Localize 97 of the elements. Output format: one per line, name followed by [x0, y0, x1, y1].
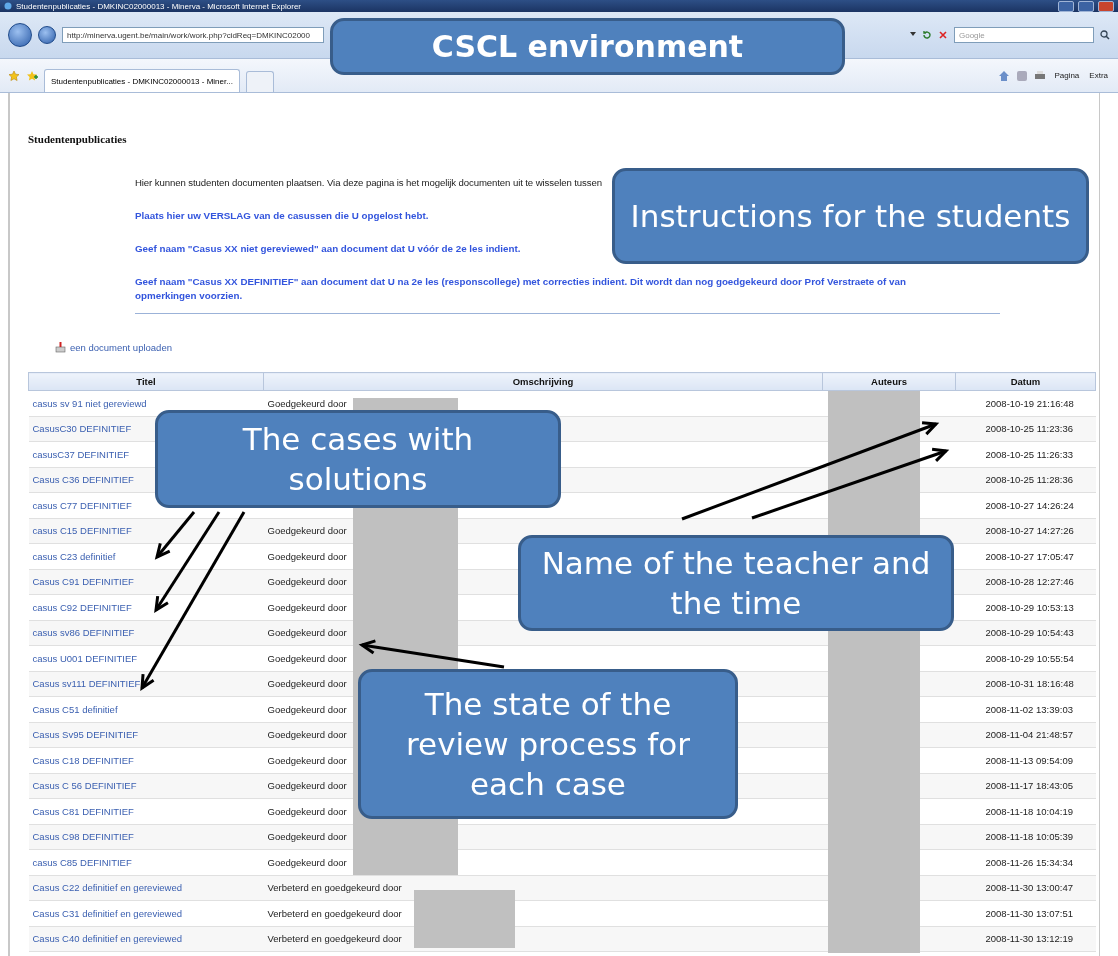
callout: CSCL environment [330, 18, 845, 75]
description-text: Verbeterd en goedgekeurd door [267, 933, 402, 945]
document-title-link[interactable]: casus C85 DEFINITIEF [32, 856, 132, 868]
date-text: 2008-10-29 10:53:13 [985, 601, 1074, 613]
refresh-icon[interactable] [922, 30, 932, 40]
intro-text: Hier kunnen studenten documenten plaatsen. Via deze pagina is het mogelijk documenten uit te wisselen tussen [135, 176, 603, 190]
forward-button[interactable] [38, 26, 56, 44]
document-title-link[interactable]: casusC37 DEFINITIEF [32, 448, 130, 460]
description-text: Goedgekeurd door [267, 550, 347, 562]
callout: Instructions for the students [612, 168, 1089, 264]
description-text: Goedgekeurd door [267, 856, 347, 868]
document-title-link[interactable]: Casus C31 definitief en gereviewed [32, 907, 182, 919]
date-text: 2008-10-25 11:28:36 [985, 474, 1073, 486]
document-title-link[interactable]: Casus C51 definitief [32, 703, 118, 715]
search-field[interactable]: Google [954, 27, 1094, 43]
document-title-link[interactable]: Casus C18 DEFINITIEF [32, 754, 134, 766]
date-text: 2008-11-17 18:43:05 [985, 780, 1073, 792]
instruction-text: Geef naam "Casus XX niet gereviewed" aan document dat U vóór de 2e les indient. [135, 242, 521, 256]
description-text: Goedgekeurd door [267, 525, 347, 537]
date-text: 2008-10-31 18:16:48 [985, 678, 1074, 690]
date-text: 2008-10-27 14:26:24 [985, 499, 1074, 511]
description-text: Goedgekeurd door [267, 754, 347, 766]
star-icon[interactable] [8, 69, 20, 82]
description-text: Goedgekeurd door [267, 652, 347, 664]
date-text: 2008-10-27 17:05:47 [985, 550, 1074, 562]
instruction-text: Plaats hier uw VERSLAG van de casussen die U opgelost hebt. [135, 209, 429, 223]
description-text: Goedgekeurd door [267, 729, 347, 741]
document-title-link[interactable]: casus C92 DEFINITIEF [32, 601, 132, 613]
document-title-link[interactable]: CasusC30 DEFINITIEF [32, 423, 132, 435]
date-text: 2008-10-27 14:27:26 [985, 525, 1074, 537]
document-title-link[interactable]: casus U001 DEFINITIEF [32, 652, 138, 664]
document-title-link[interactable]: Casus C22 definitief en gereviewed [32, 882, 182, 894]
toolbar-menu-button[interactable]: Pagina [1052, 71, 1082, 80]
date-text: 2008-10-19 21:16:48 [985, 397, 1074, 409]
document-title-link[interactable]: casus C23 definitief [32, 550, 116, 562]
callout: Name of the teacher and the time [518, 535, 954, 631]
page-heading: Studentenpublicaties [28, 133, 128, 145]
description-text: Goedgekeurd door [267, 627, 347, 639]
date-text: 2008-11-13 09:54:09 [985, 754, 1073, 766]
upload-icon [55, 341, 66, 353]
document-title-link[interactable]: Casus C91 DEFINITIEF [32, 576, 134, 588]
description-text: Goedgekeurd door [267, 576, 347, 588]
window-title: Studentenpublicaties - DMKINC02000013 - Minerva - Microsoft Internet Explorer [16, 1, 303, 11]
back-button[interactable] [8, 23, 32, 47]
description-text: Goedgekeurd door [267, 831, 347, 843]
date-text: 2008-10-29 10:54:43 [985, 627, 1074, 639]
maximize-button[interactable] [1078, 0, 1094, 12]
column-header[interactable]: Omschrijving [263, 372, 823, 391]
date-text: 2008-10-25 11:26:33 [985, 448, 1073, 460]
date-text: 2008-11-18 10:05:39 [985, 831, 1073, 843]
callout: The cases with solutions [155, 410, 561, 508]
date-text: 2008-11-30 13:00:47 [985, 882, 1073, 894]
date-text: 2008-11-02 13:39:03 [985, 703, 1073, 715]
column-header[interactable]: Auteurs [822, 372, 956, 391]
minimize-button[interactable] [1058, 0, 1074, 12]
document-title-link[interactable]: Casus C36 DEFINITIEF [32, 474, 134, 486]
date-text: 2008-11-18 10:04:19 [985, 805, 1073, 817]
document-title-link[interactable]: Casus C 56 DEFINITIEF [32, 780, 137, 792]
date-text: 2008-11-26 15:34:34 [985, 856, 1073, 868]
document-title-link[interactable]: casus C77 DEFINITIEF [32, 499, 132, 511]
date-text: 2008-10-25 11:23:36 [985, 423, 1073, 435]
description-text: Goedgekeurd door [267, 601, 347, 613]
description-text: Verbeterd en goedgekeurd door [267, 907, 402, 919]
document-title-link[interactable]: casus sv 91 niet gereviewd [32, 397, 147, 409]
document-title-link[interactable]: Casus Sv95 DEFINITIEF [32, 729, 139, 741]
close-button[interactable] [1098, 0, 1114, 12]
description-text: Goedgekeurd door [267, 805, 347, 817]
add-favorite-icon[interactable] [26, 69, 38, 82]
date-text: 2008-11-30 13:07:51 [985, 907, 1073, 919]
column-header[interactable]: Titel [28, 372, 264, 391]
search-icon[interactable] [1100, 30, 1110, 40]
stop-icon[interactable] [938, 30, 948, 40]
description-text: Verbeterd en goedgekeurd door [267, 882, 402, 894]
callout: The state of the review process for each case [358, 669, 738, 819]
document-title-link[interactable]: Casus C98 DEFINITIEF [32, 831, 134, 843]
description-text: Goedgekeurd door [267, 703, 347, 715]
date-text: 2008-11-04 21:48:57 [985, 729, 1073, 741]
instruction-text: Geef naam "Casus XX DEFINITIEF" aan document dat U na 2e les (responscollege) met correcties indient. Dit wordt dan nog goedgekeurd door Prof Verstraete of van opmerkingen voorzien. [135, 275, 907, 303]
upload-link[interactable]: een document uploaden [70, 342, 172, 353]
document-title-link[interactable]: casus sv86 DEFINITIEF [32, 627, 135, 639]
toolbar-menu-button[interactable]: Extra [1087, 71, 1110, 80]
address-field[interactable]: http://minerva.ugent.be/main/work/work.php?cidReq=DMKINC02000 [62, 27, 324, 43]
document-title-link[interactable]: Casus C81 DEFINITIEF [32, 805, 134, 817]
document-title-link[interactable]: Casus C40 definitief en gereviewed [32, 933, 182, 945]
date-text: 2008-10-28 12:27:46 [985, 576, 1074, 588]
description-text: Goedgekeurd door [267, 397, 347, 409]
printer-icon[interactable] [1034, 69, 1047, 82]
date-text: 2008-11-30 13:12:19 [985, 933, 1073, 945]
description-text: Goedgekeurd door [267, 780, 347, 792]
date-text: 2008-10-29 10:55:54 [985, 652, 1074, 664]
home-icon[interactable] [998, 69, 1011, 82]
column-header[interactable]: Datum [955, 372, 1096, 391]
document-title-link[interactable]: Casus sv111 DEFINITIEF [32, 678, 141, 690]
browser-icon [4, 2, 12, 10]
document-title-link[interactable]: casus C15 DEFINITIEF [32, 525, 132, 537]
description-text: Goedgekeurd door [267, 678, 347, 690]
browser-tab[interactable]: Studentenpublicaties - DMKINC02000013 - Miner... [44, 69, 240, 92]
